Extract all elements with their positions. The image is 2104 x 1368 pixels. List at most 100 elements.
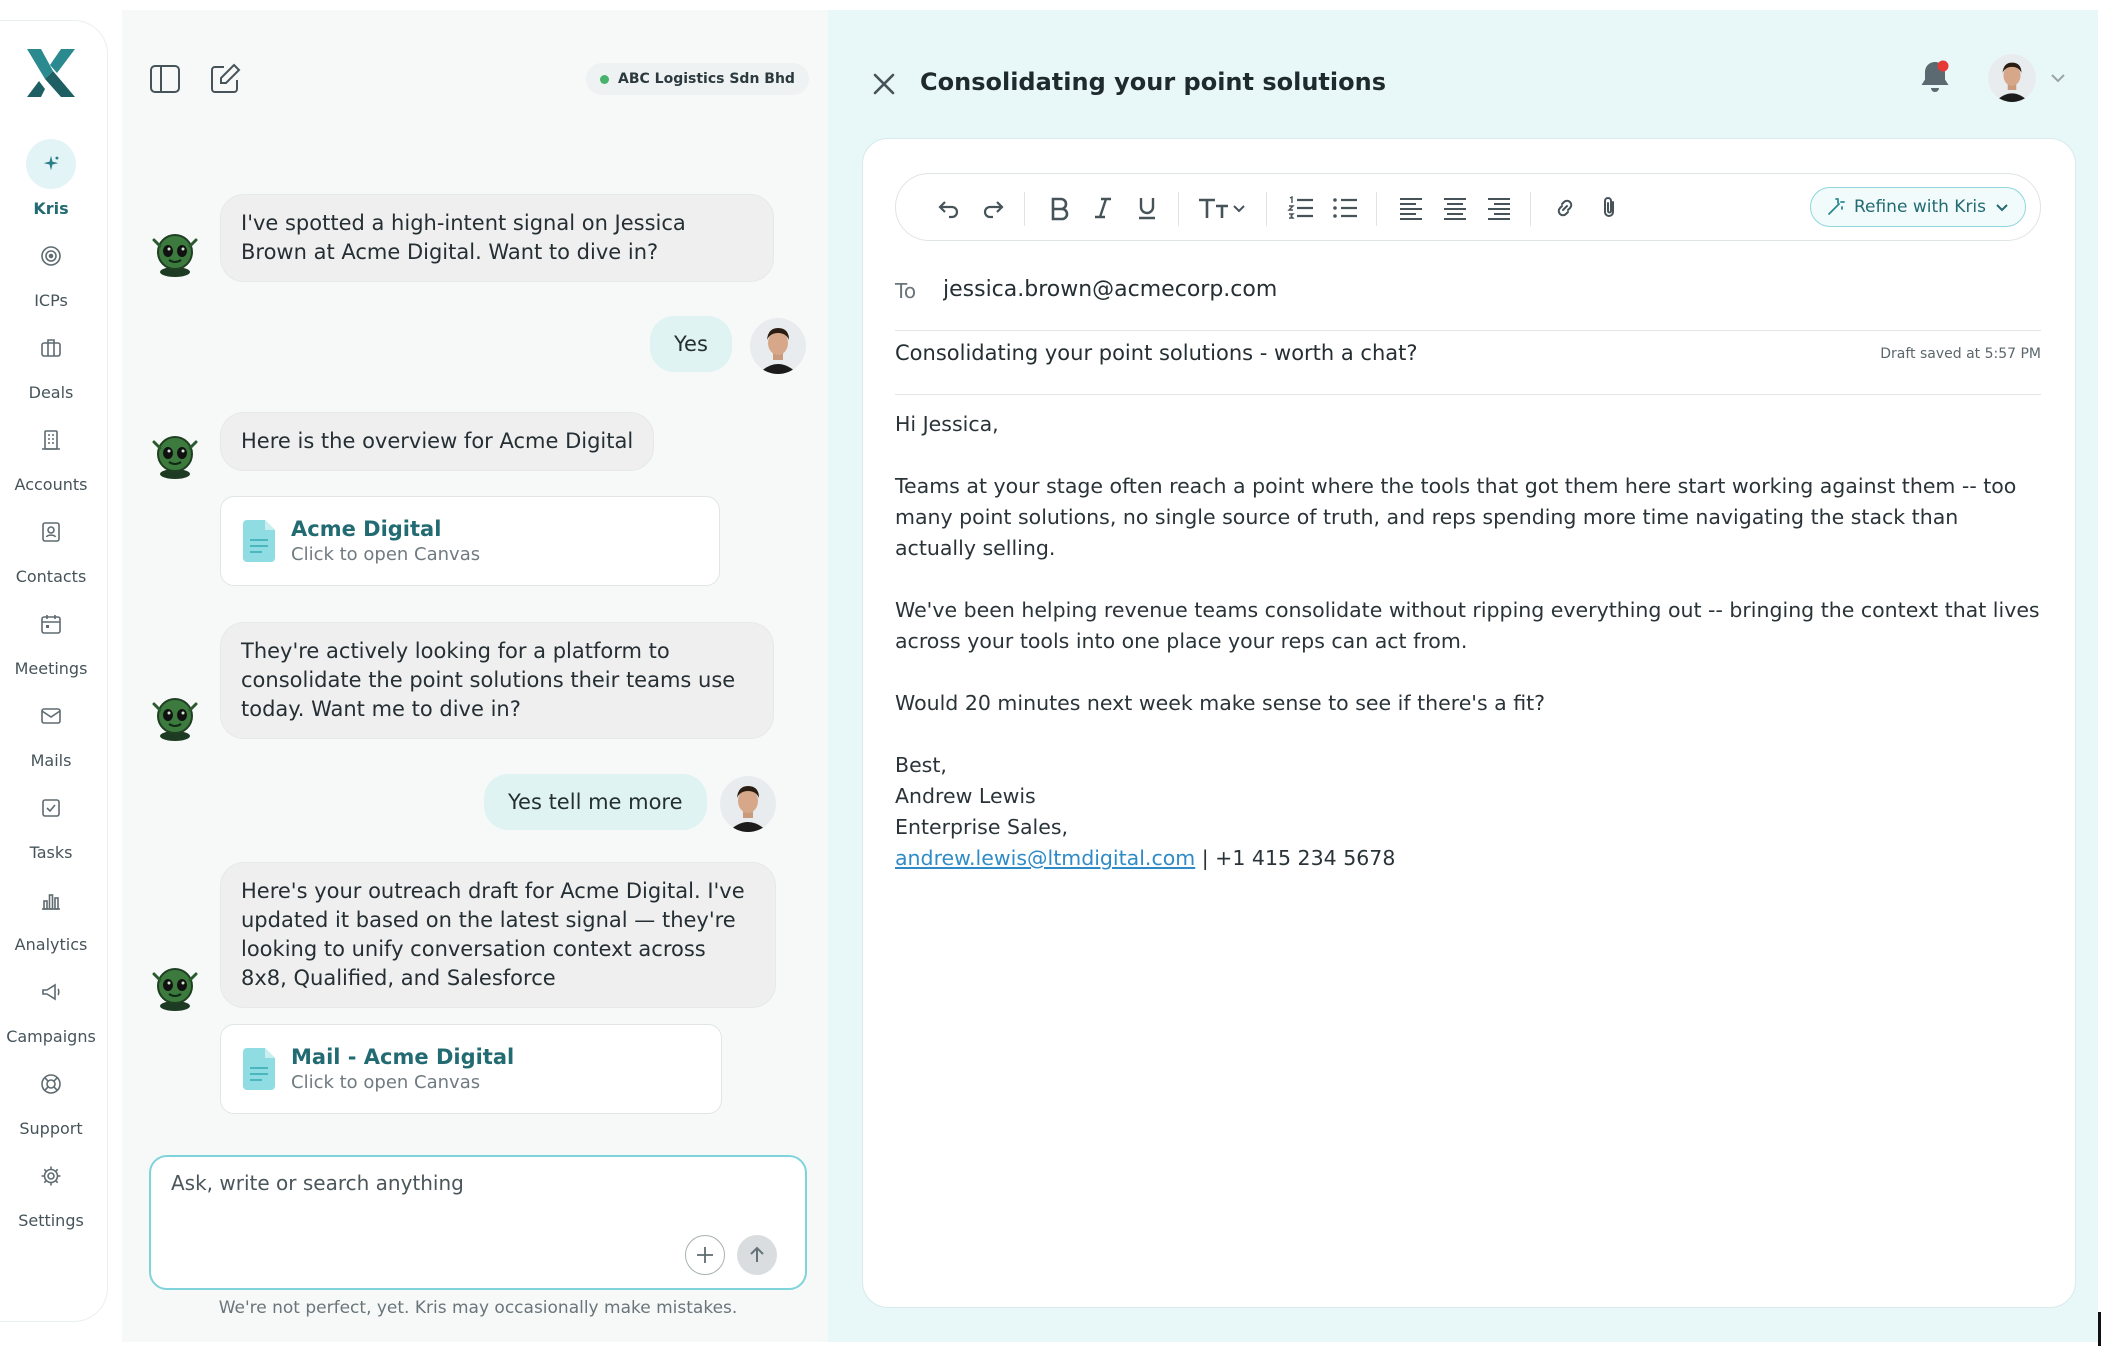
attach-button[interactable]	[685, 1235, 725, 1275]
bot-avatar	[152, 436, 198, 479]
bot-avatar	[152, 968, 198, 1011]
canvas-card-mail-acme[interactable]: Mail - Acme Digital Click to open Canvas	[220, 1024, 722, 1114]
align-left-button[interactable]	[1394, 191, 1428, 225]
sidebar-item-tasks[interactable]: Tasks	[0, 783, 102, 862]
sidebar-item-label: Support	[19, 1119, 83, 1138]
refine-with-kris-button[interactable]: Refine with Kris	[1810, 187, 2026, 227]
sidebar-item-meetings[interactable]: Meetings	[0, 599, 102, 678]
sender-email-link[interactable]: andrew.lewis@ltmdigital.com	[895, 846, 1195, 870]
bot-message: They're actively looking for a platform …	[220, 622, 774, 739]
sidebar-item-label: ICPs	[34, 291, 68, 310]
email-body[interactable]: Hi Jessica, Teams at your stage often re…	[895, 409, 2045, 874]
app-logo[interactable]	[23, 45, 79, 101]
sidebar-item-settings[interactable]: Settings	[0, 1151, 102, 1230]
formatting-toolbar: Refine with Kris	[895, 173, 2041, 241]
profile-menu[interactable]	[1988, 54, 2078, 102]
sidebar-item-label: Analytics	[14, 935, 88, 954]
undo-button[interactable]	[932, 191, 966, 225]
card-title: Acme Digital	[291, 517, 442, 541]
insert-link-button[interactable]	[1548, 191, 1582, 225]
sidebar-item-label: Settings	[18, 1211, 84, 1230]
align-center-icon	[1444, 198, 1466, 220]
user-message: Yes tell me more	[484, 774, 707, 830]
canvas-card-acme[interactable]: Acme Digital Click to open Canvas	[220, 496, 720, 586]
bar-chart-icon	[26, 875, 76, 925]
org-name: ABC Logistics Sdn Bhd	[618, 71, 795, 87]
numbered-list-button[interactable]	[1284, 191, 1318, 225]
subject-input[interactable]	[895, 341, 1795, 365]
bold-icon	[1051, 197, 1069, 221]
refine-label: Refine with Kris	[1853, 197, 1987, 217]
sidebar-item-analytics[interactable]: Analytics	[0, 875, 102, 954]
sidebar-item-deals[interactable]: Deals	[0, 323, 102, 402]
target-icon	[26, 231, 76, 281]
chevron-down-icon	[1996, 204, 2008, 212]
chat-input[interactable]	[171, 1171, 771, 1221]
checkbox-icon	[26, 783, 76, 833]
attach-file-button[interactable]	[1592, 191, 1626, 225]
contact-card-icon	[26, 507, 76, 557]
bot-message: Here's your outreach draft for Acme Digi…	[220, 862, 776, 1008]
bot-avatar	[152, 698, 198, 741]
redo-button[interactable]	[976, 191, 1010, 225]
sidebar-item-contacts[interactable]: Contacts	[0, 507, 102, 586]
italic-button[interactable]	[1086, 191, 1120, 225]
undo-icon	[938, 201, 959, 219]
toolbar-divider	[1266, 192, 1267, 226]
sidebar-item-accounts[interactable]: Accounts	[0, 415, 102, 494]
signature-name: Andrew Lewis	[895, 784, 1036, 808]
new-chat-icon[interactable]	[208, 62, 242, 96]
sidebar-item-label: Kris	[33, 199, 69, 218]
email-editor: Refine with Kris To Draft saved at 5:57 …	[862, 138, 2076, 1308]
toolbar-divider	[1024, 192, 1025, 226]
canvas-title: Consolidating your point solutions	[920, 68, 1386, 96]
close-canvas-button[interactable]	[866, 66, 902, 102]
sidebar-item-label: Tasks	[29, 843, 73, 862]
arrow-up-icon	[750, 1246, 764, 1262]
card-title: Mail - Acme Digital	[291, 1045, 515, 1069]
close-icon	[873, 73, 895, 95]
org-status-chip: ABC Logistics Sdn Bhd	[586, 63, 809, 95]
email-greeting: Hi Jessica,	[895, 412, 999, 436]
card-subtitle: Click to open Canvas	[291, 544, 481, 565]
toolbar-divider	[1178, 192, 1179, 226]
draft-saved-status: Draft saved at 5:57 PM	[1880, 346, 2041, 362]
italic-icon	[1095, 197, 1111, 219]
text-size-dropdown[interactable]	[1196, 191, 1250, 225]
user-avatar	[750, 318, 806, 374]
bold-button[interactable]	[1042, 191, 1076, 225]
sender-phone: | +1 415 234 5678	[1195, 846, 1396, 870]
subject-field-row: Draft saved at 5:57 PM	[895, 341, 2041, 395]
sidebar: Kris ICPs Deals Accounts Contacts Meetin…	[0, 20, 108, 1322]
bot-message: I've spotted a high-intent signal on Jes…	[220, 194, 774, 282]
sidebar-item-mails[interactable]: Mails	[0, 691, 102, 770]
megaphone-icon	[26, 967, 76, 1017]
document-icon	[243, 520, 275, 562]
sparkle-icon	[26, 139, 76, 189]
notifications-button[interactable]	[1912, 54, 1958, 100]
profile-avatar	[1988, 54, 2036, 102]
calendar-icon	[26, 599, 76, 649]
sidebar-item-support[interactable]: Support	[0, 1059, 102, 1138]
sidebar-item-icps[interactable]: ICPs	[0, 231, 102, 310]
sidebar-toggle-icon[interactable]	[148, 62, 182, 96]
to-field-row: To	[895, 277, 2041, 331]
document-icon	[243, 1048, 275, 1090]
send-button[interactable]	[737, 1235, 777, 1275]
sidebar-item-campaigns[interactable]: Campaigns	[0, 967, 102, 1046]
recipient-input[interactable]	[943, 277, 1943, 302]
toolbar-divider	[1376, 192, 1377, 226]
lifebuoy-icon	[26, 1059, 76, 1109]
user-message: Yes	[650, 316, 732, 372]
signature-title: Enterprise Sales,	[895, 815, 1069, 839]
signature-contact: andrew.lewis@ltmdigital.com | +1 415 234…	[895, 843, 2045, 874]
align-center-button[interactable]	[1438, 191, 1472, 225]
bot-message: Here is the overview for Acme Digital	[220, 412, 655, 471]
align-right-button[interactable]	[1482, 191, 1516, 225]
sidebar-item-kris[interactable]: Kris	[0, 139, 102, 218]
email-signature: Best, Andrew Lewis Enterprise Sales, and…	[895, 750, 2045, 874]
bullet-list-button[interactable]	[1328, 191, 1362, 225]
underline-button[interactable]	[1130, 191, 1164, 225]
sidebar-item-label: Accounts	[14, 475, 88, 494]
email-paragraph: Would 20 minutes next week make sense to…	[895, 691, 1546, 715]
